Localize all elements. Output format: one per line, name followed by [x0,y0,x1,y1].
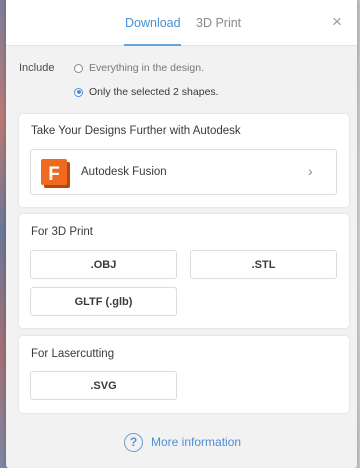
stl-button[interactable]: .STL [190,250,337,279]
autodesk-fusion-logo: F [41,159,70,188]
svg-text:F: F [48,164,60,185]
autodesk-section-title: Take Your Designs Further with Autodesk [31,125,241,137]
radio-everything[interactable] [74,63,83,73]
export-dialog: Download 3D Print × Include Everything i… [6,0,357,468]
obj-button[interactable]: .OBJ [30,250,177,279]
tab-3d-print[interactable]: 3D Print [196,16,241,30]
svg-button[interactable]: .SVG [30,371,177,400]
more-information-link[interactable]: ? More information [124,432,241,452]
radio-everything-label: Everything in the design. [89,62,204,74]
radio-selected-label: Only the selected 2 shapes. [89,86,219,98]
chevron-right-icon: › [308,163,313,179]
include-everything-option[interactable]: Everything in the design. [74,61,204,75]
3d-print-section: For 3D Print .OBJ .STL GLTF (.glb) [19,214,349,328]
gltf-button[interactable]: GLTF (.glb) [30,287,177,316]
autodesk-fusion-button[interactable]: F Autodesk Fusion › [30,149,337,195]
tab-download[interactable]: Download [125,16,181,30]
lasercutting-section: For Lasercutting .SVG [19,336,349,413]
radio-selected[interactable] [74,87,83,97]
3d-print-section-title: For 3D Print [31,226,93,238]
lasercutting-section-title: For Lasercutting [31,348,115,360]
autodesk-fusion-label: Autodesk Fusion [81,166,167,178]
dialog-header: Download 3D Print × [6,0,357,46]
active-tab-indicator [124,44,181,46]
include-label: Include [19,62,55,74]
help-circle-icon: ? [124,432,143,452]
autodesk-section: Take Your Designs Further with Autodesk … [19,114,349,207]
close-icon[interactable]: × [328,13,346,31]
include-selected-option[interactable]: Only the selected 2 shapes. [74,85,219,99]
more-information-label: More information [151,435,242,449]
